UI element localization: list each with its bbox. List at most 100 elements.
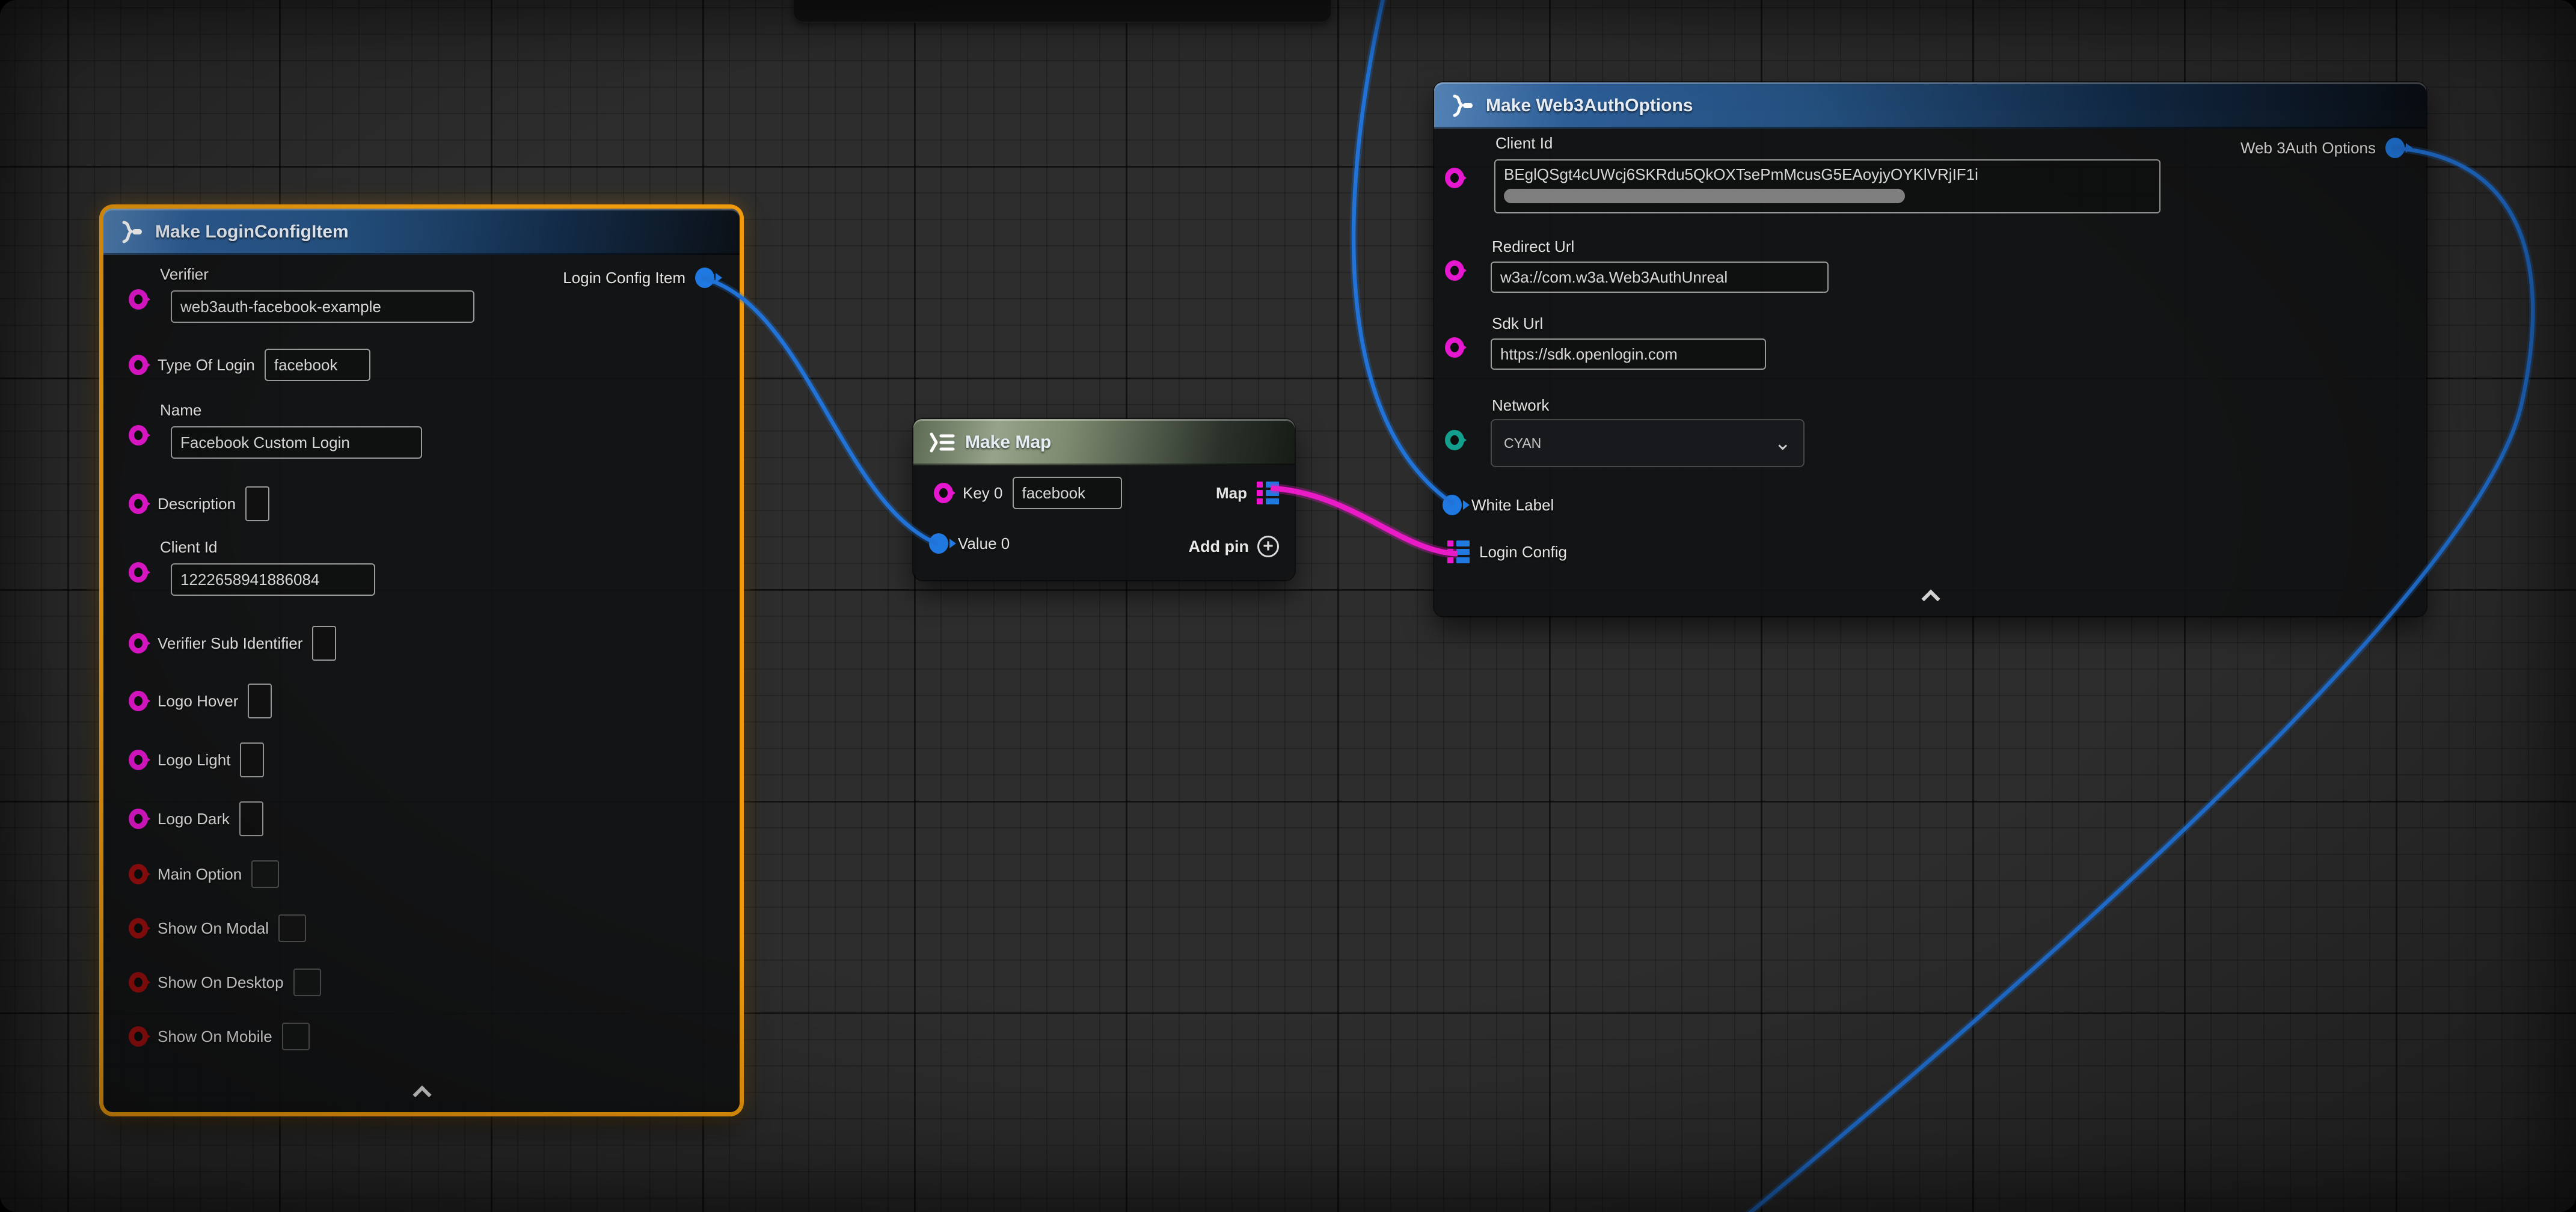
row-login-config: Login Config [1447, 540, 1567, 563]
node-header[interactable]: Make Map [913, 419, 1295, 465]
pin-label-verifier: Verifier [160, 265, 209, 284]
node-make-web3authoptions[interactable]: Make Web3AuthOptions Web 3Auth Options C… [1434, 82, 2426, 616]
offscreen-node-partial[interactable] [794, 0, 1331, 23]
output-pin-web3auth-options[interactable] [2385, 138, 2405, 158]
pin-label-description: Description [158, 495, 236, 513]
pin-show-on-desktop[interactable] [129, 972, 148, 993]
pin-label-logo-dark: Logo Dark [158, 810, 230, 828]
node-header[interactable]: Make LoginConfigItem [103, 209, 740, 255]
pin-label-redirect-url: Redirect Url [1492, 237, 1574, 256]
row-value-0: Value 0 [929, 533, 1010, 554]
pin-label-name: Name [160, 401, 201, 420]
field-scrollbar-thumb[interactable] [1504, 189, 1905, 203]
row-logo-dark: Logo Dark [129, 801, 263, 836]
make-map-icon [928, 430, 955, 454]
pin-label-white-label: White Label [1471, 496, 1554, 515]
graph-canvas[interactable]: Make LoginConfigItem Login Config Item V… [0, 0, 2576, 1212]
pin-white-label[interactable] [1443, 495, 1462, 515]
pin-type-of-login[interactable] [129, 355, 148, 375]
wire-map-to-loginconfig-glow [1271, 488, 1458, 554]
row-logo-light: Logo Light [129, 742, 264, 777]
verifier-field[interactable]: web3auth-facebook-example [171, 290, 474, 323]
row-main-option: Main Option [129, 860, 279, 888]
pin-label-main-option: Main Option [158, 865, 242, 884]
output-row-login-config-item: Login Config Item [563, 268, 714, 288]
show-on-modal-checkbox[interactable] [278, 914, 306, 942]
network-dropdown[interactable]: CYAN ⌄ [1491, 419, 1805, 467]
pin-label-show-on-mobile: Show On Mobile [158, 1027, 272, 1046]
network-dropdown-value: CYAN [1504, 435, 1541, 451]
verifier-sub-identifier-field[interactable] [312, 626, 336, 661]
row-show-on-desktop: Show On Desktop [129, 969, 321, 996]
output-pin-map[interactable] [1257, 482, 1279, 504]
pin-show-on-mobile[interactable] [129, 1026, 148, 1047]
node-header[interactable]: Make Web3AuthOptions [1434, 82, 2426, 129]
make-struct-icon [1449, 93, 1476, 118]
pin-description[interactable] [129, 494, 148, 514]
output-pin-login-config-item[interactable] [695, 268, 714, 288]
pin-logo-light[interactable] [129, 750, 148, 770]
row-description: Description [129, 486, 269, 521]
pin-network[interactable] [1445, 430, 1464, 450]
node-title: Make LoginConfigItem [155, 222, 349, 242]
pin-label-client-id: Client Id [1495, 134, 1553, 153]
pin-login-config[interactable] [1447, 540, 1470, 563]
pin-label-type-of-login: Type Of Login [158, 356, 255, 375]
pin-label-value-0: Value 0 [958, 534, 1010, 553]
client-id-field[interactable]: BEglQSgt4cUWcj6SKRdu5QkOXTsePmMcusG5EAoy… [1494, 159, 2160, 213]
pin-logo-hover[interactable] [129, 691, 148, 711]
output-pin-label: Login Config Item [563, 269, 685, 287]
pin-verifier-sub-identifier[interactable] [129, 633, 148, 653]
description-field[interactable] [245, 486, 269, 521]
pin-redirect-url[interactable] [1445, 260, 1464, 281]
pin-label-network: Network [1492, 396, 1549, 415]
node-title: Make Web3AuthOptions [1486, 96, 1693, 116]
pin-sdk-url[interactable] [1445, 337, 1464, 358]
node-title: Make Map [965, 432, 1051, 453]
logo-hover-field[interactable] [248, 684, 272, 718]
node-make-map[interactable]: Make Map Key 0 facebook Map Value 0 Add … [913, 419, 1295, 580]
pin-label-client-id: Client Id [160, 538, 217, 557]
logo-light-field[interactable] [240, 742, 264, 777]
node-make-loginconfigitem[interactable]: Make LoginConfigItem Login Config Item V… [103, 209, 740, 1112]
pin-logo-dark[interactable] [129, 809, 148, 829]
row-key-0: Key 0 facebook [934, 477, 1122, 509]
row-white-label: White Label [1443, 495, 1554, 515]
output-row-map: Map [1216, 482, 1279, 504]
output-row-web3auth-options: Web 3Auth Options [2240, 138, 2405, 158]
add-pin-plus-icon: + [1257, 536, 1279, 557]
client-id-field[interactable]: 1222658941886084 [171, 563, 375, 596]
wire-map-to-loginconfig[interactable] [1271, 488, 1458, 554]
make-struct-icon [118, 219, 146, 245]
output-pin-label: Web 3Auth Options [2240, 139, 2376, 158]
pin-client-id[interactable] [1445, 168, 1464, 188]
pin-show-on-modal[interactable] [129, 918, 148, 938]
add-pin-label: Add pin [1189, 537, 1249, 556]
row-verifier-sub-identifier: Verifier Sub Identifier [129, 626, 336, 661]
row-show-on-mobile: Show On Mobile [129, 1023, 310, 1050]
row-logo-hover: Logo Hover [129, 684, 272, 718]
pin-client-id[interactable] [129, 562, 148, 583]
collapse-caret-icon[interactable] [1922, 587, 1938, 603]
show-on-mobile-checkbox[interactable] [282, 1023, 310, 1050]
type-of-login-field[interactable]: facebook [265, 349, 370, 381]
show-on-desktop-checkbox[interactable] [293, 969, 321, 996]
sdk-url-field[interactable]: https://sdk.openlogin.com [1491, 338, 1766, 370]
pin-label-logo-hover: Logo Hover [158, 692, 238, 711]
row-type-of-login: Type Of Login facebook [129, 349, 370, 381]
pin-value-0[interactable] [929, 533, 948, 554]
pin-key-0[interactable] [934, 483, 953, 503]
collapse-caret-icon[interactable] [414, 1083, 429, 1099]
logo-dark-field[interactable] [239, 801, 263, 836]
row-show-on-modal: Show On Modal [129, 914, 306, 942]
name-field[interactable]: Facebook Custom Login [171, 426, 422, 459]
pin-main-option[interactable] [129, 864, 148, 884]
pin-label-logo-light: Logo Light [158, 751, 230, 770]
key-0-field[interactable]: facebook [1013, 477, 1122, 509]
pin-name[interactable] [129, 425, 148, 445]
add-pin-button[interactable]: Add pin + [1189, 536, 1279, 557]
redirect-url-field[interactable]: w3a://com.w3a.Web3AuthUnreal [1491, 262, 1829, 293]
pin-verifier[interactable] [129, 289, 148, 310]
pin-label-verifier-sub-identifier: Verifier Sub Identifier [158, 634, 302, 653]
main-option-checkbox[interactable] [251, 860, 279, 888]
